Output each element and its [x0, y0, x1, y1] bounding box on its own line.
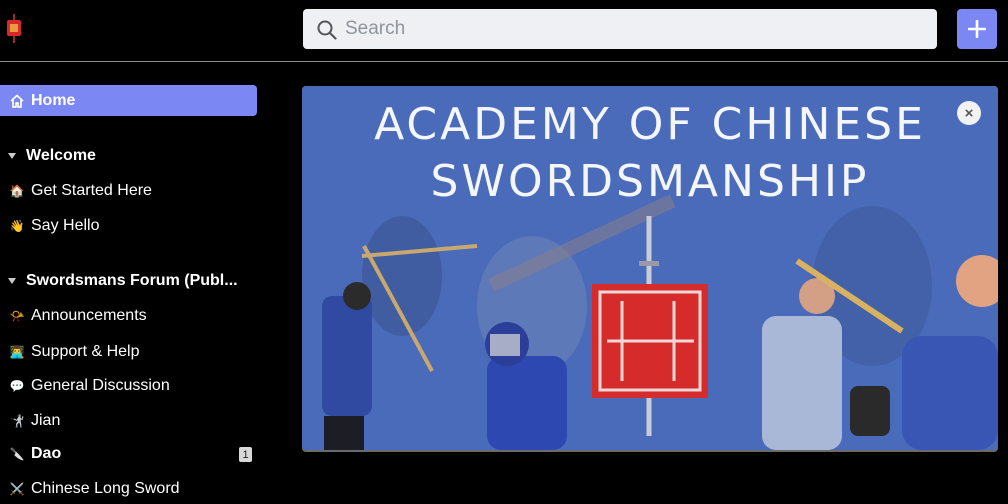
- search-input[interactable]: [345, 9, 925, 49]
- caret-down-icon: [8, 153, 16, 159]
- crossed-swords-icon: ⚔️: [9, 482, 25, 496]
- sidebar-item-label: Chinese Long Sword: [31, 480, 180, 497]
- sidebar-item-label: Get Started Here: [31, 182, 152, 199]
- sidebar-item-chinese-long-sword[interactable]: ⚔️ Chinese Long Sword: [9, 480, 180, 498]
- section-title: Welcome: [26, 147, 96, 164]
- banner-title-line-2: SWORDSMANSHIP: [430, 156, 870, 207]
- plus-icon: [968, 20, 986, 38]
- banner: ACADEMY OF CHINESE SWORDSMANSHIP ×: [302, 86, 998, 450]
- top-bar: [0, 0, 1008, 62]
- sidebar-item-label: Home: [31, 91, 76, 109]
- add-button[interactable]: [957, 9, 997, 49]
- sidebar-item-announcements[interactable]: 📯 Announcements: [9, 307, 147, 325]
- sidebar-item-label: Support & Help: [31, 343, 140, 360]
- section-swordsmans-forum[interactable]: Swordsmans Forum (Publ...: [8, 272, 238, 290]
- search-icon: [317, 20, 337, 40]
- sidebar-item-label: General Discussion: [31, 377, 170, 394]
- sidebar-item-say-hello[interactable]: 👋 Say Hello: [9, 217, 100, 235]
- speech-bubble-icon: 💬: [9, 379, 25, 393]
- sidebar-item-dao[interactable]: 🔪 Dao: [9, 445, 62, 463]
- sidebar-item-label: Say Hello: [31, 217, 100, 234]
- home-icon: [10, 94, 24, 108]
- banner-title-line-1: ACADEMY OF CHINESE: [374, 99, 926, 150]
- sidebar-item-general-discussion[interactable]: 💬 General Discussion: [9, 377, 170, 395]
- fencer-icon: 🤺: [9, 414, 25, 428]
- close-banner-button[interactable]: ×: [957, 101, 981, 125]
- waving-hand-icon: 👋: [9, 219, 25, 233]
- horn-icon: 📯: [9, 309, 25, 323]
- sidebar-item-home[interactable]: Home: [0, 85, 257, 116]
- sidebar-item-get-started[interactable]: 🏠 Get Started Here: [9, 182, 152, 200]
- sidebar-item-label: Jian: [31, 412, 61, 429]
- sidebar-item-jian[interactable]: 🤺 Jian: [9, 412, 61, 430]
- close-icon: ×: [964, 104, 974, 122]
- sidebar-item-support-help[interactable]: 👨‍💻 Support & Help: [9, 343, 140, 361]
- sidebar-item-label: Announcements: [31, 307, 147, 324]
- banner-title: ACADEMY OF CHINESE SWORDSMANSHIP: [302, 96, 998, 210]
- search-bar[interactable]: [303, 9, 937, 49]
- house-icon: 🏠: [9, 184, 25, 198]
- section-welcome[interactable]: Welcome: [8, 147, 96, 165]
- unread-count-badge: 1: [239, 447, 252, 462]
- section-title: Swordsmans Forum (Publ...: [26, 272, 238, 289]
- sidebar-item-label: Dao: [31, 445, 62, 462]
- technologist-icon: 👨‍💻: [9, 345, 25, 359]
- caret-down-icon: [8, 278, 16, 284]
- red-lantern-logo-icon[interactable]: [5, 14, 23, 44]
- knife-icon: 🔪: [9, 447, 25, 461]
- sidebar: Home Welcome 🏠 Get Started Here 👋 Say He…: [0, 63, 265, 504]
